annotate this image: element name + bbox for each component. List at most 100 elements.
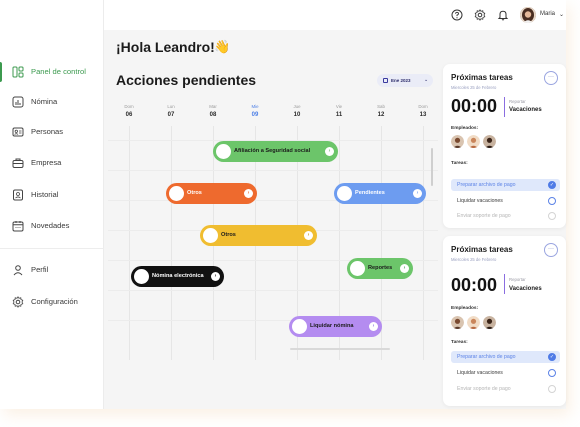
user-name[interactable]: Maria <box>540 11 555 17</box>
action-value: Vacaciones <box>509 286 542 292</box>
checkbox-circle[interactable] <box>548 369 556 377</box>
calendar-icon <box>383 78 388 83</box>
sidebar-divider <box>0 248 104 249</box>
checkbox-circle[interactable] <box>548 385 556 393</box>
task-item[interactable]: Enviar soporte de pago <box>451 383 560 395</box>
task-label: Preparar archivo de pago <box>457 354 516 360</box>
event-pill-otros-2[interactable]: Otros › <box>200 225 317 246</box>
chevron-down-icon[interactable]: ⌄ <box>559 11 564 18</box>
employee-avatar[interactable] <box>451 135 464 148</box>
sidebar-item-nomina[interactable]: Nómina <box>0 92 104 112</box>
employee-avatar[interactable] <box>467 316 480 329</box>
event-pill-reportes[interactable]: Reportes › <box>347 258 413 279</box>
employee-avatar[interactable] <box>451 316 464 329</box>
day-header[interactable]: Sab 12 <box>360 104 402 118</box>
task-item[interactable]: Preparar archivo de pago ✓ <box>451 179 560 191</box>
chevron-right-icon[interactable]: › <box>304 231 313 240</box>
horizontal-scrollbar[interactable] <box>290 348 390 350</box>
help-icon[interactable] <box>451 9 463 21</box>
card-date: Miercoles 25 de Febrero <box>451 257 497 262</box>
chevron-right-icon[interactable]: › <box>369 322 378 331</box>
card-date: Miercoles 25 de Febrero <box>451 85 497 90</box>
chevron-right-icon[interactable]: › <box>413 189 422 198</box>
day-name: Jue <box>293 104 301 109</box>
day-header[interactable]: Mar 08 <box>192 104 234 118</box>
day-name: Vie <box>335 104 343 109</box>
upcoming-tasks-card: Próximas tareas Miercoles 25 de Febrero … <box>443 64 566 228</box>
grid-line <box>108 170 438 171</box>
day-number: 11 <box>335 112 343 118</box>
task-time: 00:00 <box>451 96 498 116</box>
employee-avatar[interactable] <box>483 316 496 329</box>
checkbox-circle[interactable] <box>548 212 556 220</box>
sidebar-item-empresa[interactable]: Empresa <box>0 153 104 173</box>
event-pill-afiliacion-seguridad-social[interactable]: Afiliación a Seguridad social › <box>213 141 338 162</box>
action-label: Reportar <box>509 277 526 282</box>
calendar-icon <box>12 221 24 232</box>
section-title: Acciones pendientes <box>116 72 257 88</box>
grid-line <box>108 290 438 291</box>
checkbox-circle[interactable] <box>548 197 556 205</box>
day-header[interactable]: Dom 13 <box>402 104 444 118</box>
task-label: Enviar soporte de pago <box>457 213 511 219</box>
chevron-right-icon[interactable]: › <box>211 272 220 281</box>
chevron-down-icon: ⌄ <box>424 77 429 83</box>
sidebar-item-historial[interactable]: Historial <box>0 185 104 205</box>
day-number: 10 <box>293 112 301 118</box>
check-icon[interactable]: ✓ <box>548 181 556 189</box>
day-header[interactable]: Lun 07 <box>150 104 192 118</box>
user-avatar[interactable] <box>520 7 536 23</box>
event-dot <box>216 144 231 159</box>
day-number: 13 <box>419 112 427 118</box>
sidebar-item-label: Panel de control <box>31 67 86 76</box>
grid-line <box>108 320 438 321</box>
day-header-today[interactable]: Mie 09 <box>234 104 276 118</box>
tasks-label: Tareas: <box>451 161 468 166</box>
more-options-button[interactable]: ··· <box>544 243 558 257</box>
day-header[interactable]: Vie 11 <box>318 104 360 118</box>
sidebar-item-label: Configuración <box>31 297 78 306</box>
employee-avatar[interactable] <box>467 135 480 148</box>
page-greeting: ¡Hola Leandro! <box>116 39 215 55</box>
task-item[interactable]: Liquidar vacaciones <box>451 195 560 207</box>
chevron-right-icon[interactable]: › <box>400 264 409 273</box>
upcoming-tasks-card: Próximas tareas Miercoles 25 de Febrero … <box>443 236 566 406</box>
check-icon[interactable]: ✓ <box>548 353 556 361</box>
vertical-scrollbar[interactable] <box>431 148 433 186</box>
event-label: Liquidar nómina <box>310 323 354 329</box>
day-header[interactable]: Jue 10 <box>276 104 318 118</box>
wave-icon: 👋 <box>214 39 231 54</box>
settings-icon[interactable] <box>474 9 486 21</box>
task-item[interactable]: Liquidar vacaciones <box>451 367 560 379</box>
day-number: 07 <box>167 112 175 118</box>
employees-label: Empleados: <box>451 126 479 131</box>
chevron-right-icon[interactable]: › <box>244 189 253 198</box>
sidebar-item-personas[interactable]: Personas <box>0 122 104 142</box>
day-number: 09 <box>251 112 259 118</box>
day-header[interactable]: Dom 06 <box>108 104 150 118</box>
event-label: Pendientes <box>355 190 385 196</box>
more-options-button[interactable]: ··· <box>544 71 558 85</box>
month-selector[interactable]: Ene 2023 ⌄ <box>377 74 433 87</box>
sidebar: Panel de control Nómina Personas Empresa… <box>0 0 104 409</box>
event-pill-otros[interactable]: Otros › <box>166 183 257 204</box>
sidebar-item-panel-de-control[interactable]: Panel de control <box>0 62 104 82</box>
event-pill-pendientes[interactable]: Pendientes › <box>334 183 426 204</box>
day-number: 06 <box>125 112 133 118</box>
sidebar-item-configuracion[interactable]: Configuración <box>0 292 104 312</box>
employee-avatar[interactable] <box>483 135 496 148</box>
event-pill-liquidar-nomina[interactable]: Liquidar nómina › <box>289 316 382 337</box>
grid-line <box>423 126 424 360</box>
card-title: Próximas tareas <box>451 245 513 254</box>
chevron-right-icon[interactable]: › <box>325 147 334 156</box>
task-item[interactable]: Preparar archivo de pago ✓ <box>451 351 560 363</box>
task-item[interactable]: Enviar soporte de pago <box>451 210 560 222</box>
action-label: Reportar <box>509 99 526 104</box>
sidebar-item-perfil[interactable]: Perfil <box>0 260 104 280</box>
event-pill-nomina-electronica[interactable]: Nómina electrónica › <box>131 266 224 287</box>
sidebar-item-novedades[interactable]: Novedades <box>0 216 104 236</box>
notification-bell-icon[interactable] <box>497 9 509 21</box>
briefcase-icon <box>12 158 24 168</box>
user-icon <box>13 265 23 276</box>
sidebar-item-label: Novedades <box>31 221 70 230</box>
